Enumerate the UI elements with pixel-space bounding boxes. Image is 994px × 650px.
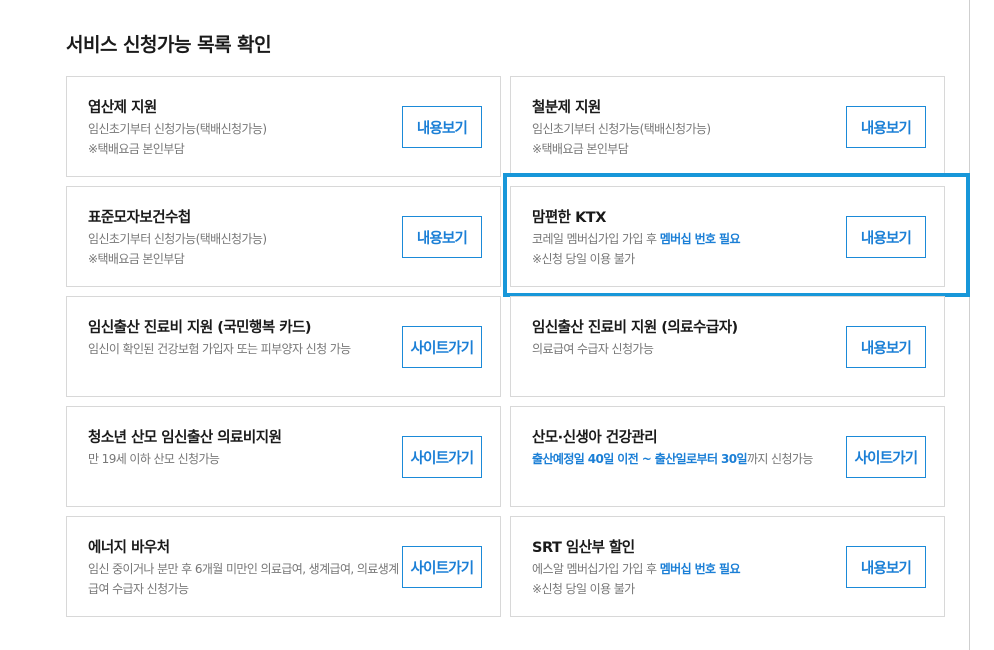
- description-note: ※택배요금 본인부담: [88, 251, 185, 266]
- service-list-page: 서비스 신청가능 목록 확인 엽산제 지원 임신초기부터 신청가능(택배신청가능…: [0, 0, 994, 650]
- service-description: 출산예정일 40일 이전 ~ 출산일로부터 30일까지 신청가능: [532, 450, 850, 470]
- service-name: 임신출산 진료비 지원 (의료수급자): [532, 320, 738, 336]
- go-to-site-button[interactable]: 사이트가기: [402, 326, 482, 368]
- view-details-button[interactable]: 내용보기: [846, 106, 926, 148]
- service-name: 청소년 산모 임신출산 의료비지원: [88, 430, 282, 446]
- description-highlight: 멤버십 번호 필요: [659, 562, 741, 576]
- service-description: 의료급여 수급자 신청가능: [532, 340, 850, 360]
- selection-highlight-frame: [503, 173, 970, 297]
- description-line: 임신초기부터 신청가능(택배신청가능): [88, 232, 267, 246]
- description-text: 까지 신청가능: [746, 452, 813, 466]
- go-to-site-button[interactable]: 사이트가기: [846, 436, 926, 478]
- service-description: 임신이 확인된 건강보험 가입자 또는 피부양자 신청 가능: [88, 340, 406, 360]
- view-details-button[interactable]: 내용보기: [846, 546, 926, 588]
- go-to-site-button[interactable]: 사이트가기: [402, 436, 482, 478]
- service-description: 에스알 멤버십가입 가입 후 멤버십 번호 필요 ※신청 당일 이용 불가: [532, 560, 850, 599]
- service-card-energy-voucher: 에너지 바우처 임신 중이거나 분만 후 6개월 미만인 의료급여, 생계급여,…: [66, 516, 501, 617]
- page-title: 서비스 신청가능 목록 확인: [66, 34, 272, 56]
- service-name: 에너지 바우처: [88, 540, 170, 556]
- description-note: ※택배요금 본인부담: [88, 141, 185, 156]
- right-divider: [969, 0, 970, 650]
- service-card-pregnancy-medical-card: 임신출산 진료비 지원 (국민행복 카드) 임신이 확인된 건강보험 가입자 또…: [66, 296, 501, 397]
- description-line: 만 19세 이하 산모 신청가능: [88, 452, 220, 466]
- description-note: ※택배요금 본인부담: [532, 141, 629, 156]
- service-card-teen-mother: 청소년 산모 임신출산 의료비지원 만 19세 이하 산모 신청가능 사이트가기: [66, 406, 501, 507]
- description-line: 임신초기부터 신청가능(택배신청가능): [532, 122, 711, 136]
- service-description: 만 19세 이하 산모 신청가능: [88, 450, 406, 470]
- service-name: 철분제 지원: [532, 100, 601, 116]
- service-card-srt-discount: SRT 임산부 할인 에스알 멤버십가입 가입 후 멤버십 번호 필요 ※신청 …: [510, 516, 945, 617]
- service-card-mother-newborn-care: 산모·신생아 건강관리 출산예정일 40일 이전 ~ 출산일로부터 30일까지 …: [510, 406, 945, 507]
- service-name: 엽산제 지원: [88, 100, 157, 116]
- description-text: 에스알 멤버십가입 가입 후: [532, 562, 660, 576]
- service-name: 임신출산 진료비 지원 (국민행복 카드): [88, 320, 312, 336]
- go-to-site-button[interactable]: 사이트가기: [402, 546, 482, 588]
- service-card-pregnancy-medical-aid: 임신출산 진료비 지원 (의료수급자) 의료급여 수급자 신청가능 내용보기: [510, 296, 945, 397]
- service-card-maternal-health-handbook: 표준모자보건수첩 임신초기부터 신청가능(택배신청가능) ※택배요금 본인부담 …: [66, 186, 501, 287]
- service-card-folic-acid: 엽산제 지원 임신초기부터 신청가능(택배신청가능) ※택배요금 본인부담 내용…: [66, 76, 501, 177]
- service-description: 임신초기부터 신청가능(택배신청가능) ※택배요금 본인부담: [532, 120, 850, 159]
- description-line: 임신 중이거나 분만 후 6개월 미만인 의료급여, 생계급여, 의료생계급여 …: [88, 562, 399, 596]
- service-card-iron-supplement: 철분제 지원 임신초기부터 신청가능(택배신청가능) ※택배요금 본인부담 내용…: [510, 76, 945, 177]
- service-name: SRT 임산부 할인: [532, 540, 635, 556]
- description-line: 에스알 멤버십가입 가입 후 멤버십 번호 필요: [532, 560, 850, 580]
- view-details-button[interactable]: 내용보기: [402, 106, 482, 148]
- view-details-button[interactable]: 내용보기: [402, 216, 482, 258]
- service-description: 임신초기부터 신청가능(택배신청가능) ※택배요금 본인부담: [88, 230, 406, 269]
- description-line: 의료급여 수급자 신청가능: [532, 342, 654, 356]
- view-details-button[interactable]: 내용보기: [846, 326, 926, 368]
- description-line: 출산예정일 40일 이전 ~ 출산일로부터 30일까지 신청가능: [532, 450, 850, 470]
- description-line: 임신이 확인된 건강보험 가입자 또는 피부양자 신청 가능: [88, 342, 351, 356]
- service-name: 산모·신생아 건강관리: [532, 430, 658, 446]
- description-note: ※신청 당일 이용 불가: [532, 581, 635, 596]
- service-name: 표준모자보건수첩: [88, 210, 191, 226]
- description-highlight: 출산예정일 40일 이전 ~ 출산일로부터 30일: [532, 452, 748, 466]
- description-line: 임신초기부터 신청가능(택배신청가능): [88, 122, 267, 136]
- service-description: 임신초기부터 신청가능(택배신청가능) ※택배요금 본인부담: [88, 120, 406, 159]
- service-description: 임신 중이거나 분만 후 6개월 미만인 의료급여, 생계급여, 의료생계급여 …: [88, 560, 406, 599]
